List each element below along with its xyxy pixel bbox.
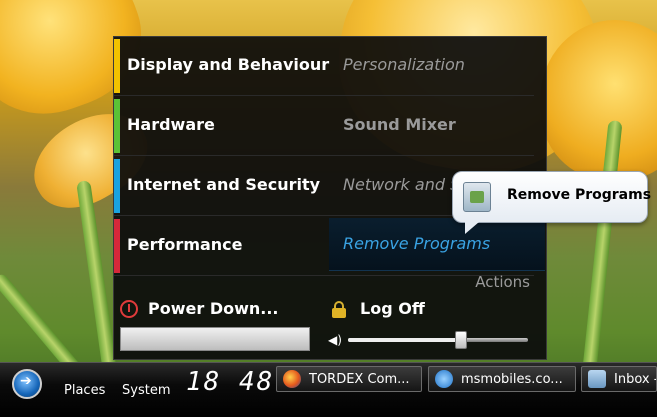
firefox-icon [283, 370, 301, 388]
mail-inbox-icon [588, 370, 606, 388]
program-installer-icon [463, 182, 491, 212]
places-button[interactable]: Places [64, 383, 105, 398]
system-button[interactable]: System [122, 383, 170, 398]
taskbar-item-msmobiles[interactable]: msmobiles.co... [428, 366, 576, 392]
taskbar-item-label: TORDEX Com... [309, 372, 410, 387]
lock-icon [332, 300, 346, 318]
log-off-button[interactable]: Log Off [332, 299, 425, 318]
menu-row-display[interactable]: Display and Behaviour Personalization [114, 37, 534, 96]
power-down-button[interactable]: Power Down... [120, 299, 279, 318]
category-accent-bar [114, 219, 120, 273]
volume-slider-thumb[interactable] [455, 331, 468, 349]
remove-programs-tooltip: Remove Programs [452, 171, 652, 234]
taskbar-item-label: msmobiles.co... [461, 372, 563, 387]
menu-row-hardware[interactable]: Hardware Sound Mixer [114, 97, 534, 156]
power-down-label: Power Down... [148, 299, 279, 318]
category-display-and-behaviour[interactable]: Display and Behaviour [127, 55, 329, 74]
category-accent-bar [114, 159, 120, 213]
category-hardware[interactable]: Hardware [127, 115, 215, 134]
menu-item-sound-mixer[interactable]: Sound Mixer [343, 115, 456, 134]
internet-explorer-icon [435, 370, 453, 388]
tooltip-text: Remove Programs [507, 187, 652, 203]
taskbar-item-tordex[interactable]: TORDEX Com... [276, 366, 422, 392]
power-progress-bar [120, 327, 310, 351]
taskbar-item-inbox[interactable]: Inbox - [581, 366, 657, 392]
category-internet-and-security[interactable]: Internet and Security [127, 175, 320, 194]
log-off-label: Log Off [360, 299, 425, 318]
actions-label[interactable]: Actions [475, 273, 530, 291]
volume-fill [348, 338, 462, 342]
category-accent-bar [114, 39, 120, 93]
taskbar: Places System 18 48 TORDEX Com... msmobi… [0, 362, 657, 417]
menu-item-personalization[interactable]: Personalization [343, 55, 465, 74]
speaker-icon[interactable]: ◀) [328, 333, 342, 347]
start-button-icon[interactable] [12, 369, 42, 399]
taskbar-item-label: Inbox - [614, 372, 657, 387]
category-accent-bar [114, 99, 120, 153]
volume-slider[interactable] [348, 331, 528, 349]
power-icon [120, 299, 138, 318]
taskbar-clock[interactable]: 18 48 [186, 367, 274, 397]
menu-item-remove-programs[interactable]: Remove Programs [343, 234, 490, 253]
category-performance[interactable]: Performance [127, 235, 243, 254]
